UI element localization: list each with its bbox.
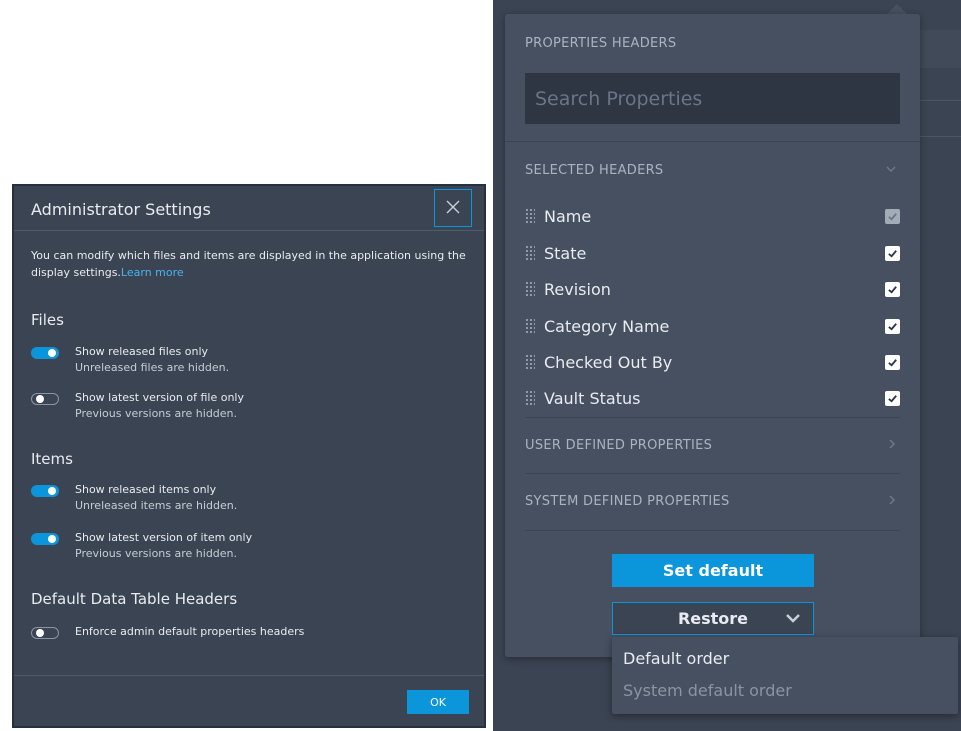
toggle-row-latest-item: Show latest version of item only Previou…: [31, 530, 471, 562]
close-button[interactable]: [434, 189, 472, 227]
toggle-label: Show released files only: [75, 345, 209, 358]
selected-headers-title: SELECTED HEADERS: [525, 163, 664, 178]
drag-handle-icon[interactable]: [525, 318, 535, 334]
checkbox-checked-icon[interactable]: [885, 245, 900, 261]
drag-handle-icon[interactable]: [525, 354, 535, 370]
latest-item-version-toggle[interactable]: [31, 533, 59, 545]
drag-handle-icon[interactable]: [525, 208, 535, 224]
chevron-down-icon[interactable]: [885, 163, 897, 179]
drag-handle-icon[interactable]: [525, 281, 535, 297]
divider: [14, 230, 484, 231]
header-row-vault-status[interactable]: Vault Status: [525, 383, 900, 413]
header-label: Vault Status: [544, 388, 641, 408]
enforce-headers-toggle[interactable]: [31, 627, 59, 639]
header-label: Name: [544, 206, 592, 226]
drag-handle-icon[interactable]: [525, 245, 535, 261]
header-label: Revision: [544, 279, 611, 299]
toggle-label: Show released items only: [75, 483, 217, 496]
divider: [525, 530, 900, 531]
toggle-sublabel: Unreleased items are hidden.: [75, 499, 238, 512]
chevron-right-icon[interactable]: [887, 494, 897, 510]
dialog-description: You can modify which files and items are…: [31, 247, 476, 281]
header-label: State: [544, 243, 587, 263]
header-row-checked-out-by[interactable]: Checked Out By: [525, 347, 900, 377]
user-defined-properties-title: USER DEFINED PROPERTIES: [525, 438, 713, 453]
header-row-category-name[interactable]: Category Name: [525, 311, 900, 341]
restore-dropdown[interactable]: Restore: [612, 602, 814, 635]
restore-menu: Default order System default order: [612, 637, 958, 714]
user-defined-properties-section[interactable]: USER DEFINED PROPERTIES: [525, 438, 900, 453]
administrator-settings-dialog: Administrator Settings You can modify wh…: [12, 184, 486, 728]
selected-headers-toggle[interactable]: SELECTED HEADERS: [525, 163, 900, 178]
properties-headers-panel: PROPERTIES HEADERS SELECTED HEADERS Name…: [505, 14, 920, 657]
search-properties-input[interactable]: [525, 73, 900, 124]
restore-label: Restore: [677, 609, 749, 628]
ok-button[interactable]: OK: [407, 690, 469, 714]
items-section-title: Items: [31, 450, 73, 468]
screen: PROPERTIES HEADERS SELECTED HEADERS Name…: [0, 0, 961, 731]
toggle-label: Show latest version of item only: [75, 531, 253, 544]
drag-handle-icon[interactable]: [525, 390, 535, 406]
description-text: You can modify which files and items are…: [31, 249, 466, 279]
headers-section-title: Default Data Table Headers: [31, 590, 238, 608]
checkbox-checked-icon[interactable]: [885, 354, 900, 370]
toggle-row-enforce-headers: Enforce admin default properties headers: [31, 624, 471, 640]
released-files-toggle[interactable]: [31, 347, 59, 359]
toggle-sublabel: Previous versions are hidden.: [75, 407, 238, 420]
toggle-label: Enforce admin default properties headers: [75, 625, 305, 638]
toggle-sublabel: Unreleased files are hidden.: [75, 361, 230, 374]
menu-item-default-order[interactable]: Default order: [623, 649, 729, 668]
dialog-title: Administrator Settings: [31, 200, 211, 219]
divider: [14, 675, 484, 676]
header-label: Checked Out By: [544, 352, 673, 372]
toggle-row-latest-file: Show latest version of file only Previou…: [31, 390, 471, 422]
checkbox-checked-icon[interactable]: [885, 390, 900, 406]
header-label: Category Name: [544, 316, 670, 336]
system-defined-properties-section[interactable]: SYSTEM DEFINED PROPERTIES: [525, 494, 900, 509]
close-icon: [446, 199, 460, 218]
divider: [505, 141, 920, 142]
chevron-down-icon: [785, 610, 801, 630]
checkbox-checked-icon: [885, 208, 900, 224]
divider: [525, 417, 900, 418]
menu-item-system-default-order[interactable]: System default order: [623, 681, 792, 700]
properties-headers-title: PROPERTIES HEADERS: [525, 36, 677, 51]
released-items-toggle[interactable]: [31, 485, 59, 497]
toggle-label: Show latest version of file only: [75, 391, 244, 404]
header-row-revision[interactable]: Revision: [525, 274, 900, 304]
header-row-state[interactable]: State: [525, 238, 900, 268]
divider: [525, 473, 900, 474]
latest-file-version-toggle[interactable]: [31, 393, 59, 405]
panel-pointer: [887, 4, 907, 14]
header-row-name[interactable]: Name: [525, 201, 900, 231]
checkbox-checked-icon[interactable]: [885, 318, 900, 334]
checkbox-checked-icon[interactable]: [885, 281, 900, 297]
toggle-row-released-files: Show released files only Unreleased file…: [31, 344, 471, 376]
chevron-right-icon[interactable]: [887, 438, 897, 454]
learn-more-link[interactable]: Learn more: [121, 266, 184, 279]
system-defined-properties-title: SYSTEM DEFINED PROPERTIES: [525, 494, 730, 509]
set-default-button[interactable]: Set default: [612, 554, 814, 587]
toggle-row-released-items: Show released items only Unreleased item…: [31, 482, 471, 514]
files-section-title: Files: [31, 311, 64, 329]
toggle-sublabel: Previous versions are hidden.: [75, 547, 238, 560]
